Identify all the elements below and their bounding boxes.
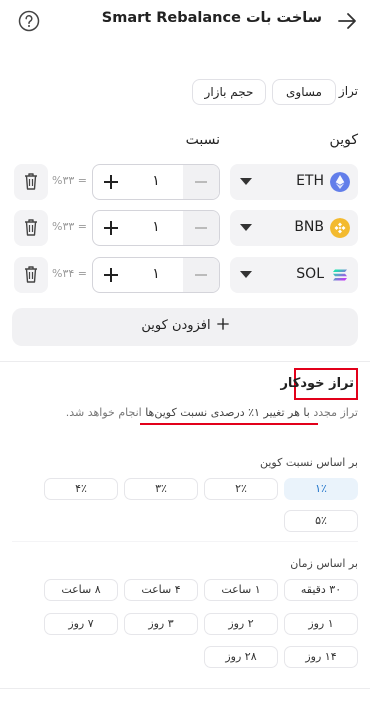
time-option-8h[interactable]: ۸ ساعت [44,579,118,601]
ratio-stepper-sol: ۱ [92,257,220,293]
delete-coin-button[interactable] [14,257,48,293]
ratio-value[interactable]: ۱ [129,266,183,282]
desc-prefix: تراز مجدد [313,406,358,419]
balance-type-label: تراز [338,84,358,98]
caret-down-icon [240,271,252,278]
minus-button[interactable] [183,258,219,292]
by-ratio-label: بر اساس نسبت کوین [259,456,358,469]
caret-down-icon [240,224,252,231]
time-option-3d[interactable]: ۳ روز [124,613,198,635]
section-divider [0,361,370,362]
delete-coin-button[interactable] [14,210,48,246]
time-option-1d[interactable]: ۱ روز [284,613,358,635]
add-coin-label: افزودن کوین [141,318,211,333]
ratio-option-2[interactable]: ۲٪ [204,478,278,500]
coin-percent: %۳۴ = [52,267,87,280]
ratio-option-1[interactable]: ۱٪ [284,478,358,500]
coin-percent: %۳۳ = [52,220,87,233]
balance-option-equal[interactable]: مساوی [272,79,336,105]
delete-coin-button[interactable] [14,164,48,200]
trash-icon [25,173,37,190]
ethereum-icon [330,172,350,192]
question-circle-icon[interactable] [18,10,40,32]
coin-selector-eth[interactable]: ETH [230,164,358,200]
time-option-28d[interactable]: ۲۸ روز [204,646,278,668]
coin-symbol: BNB [294,219,324,235]
coin-row-eth: ETH ۱ %۳۳ = [0,164,370,204]
by-time-label: بر اساس زمان [290,557,358,570]
arrow-right-icon[interactable] [336,10,358,32]
desc-suffix: انجام خواهد شد. [65,406,142,419]
auto-balance-description: تراز مجدد با هر تغییر ۱٪ درصدی نسبت کوین… [66,406,358,419]
auto-balance-title: تراز خودکار [280,376,354,391]
plus-button[interactable] [93,258,129,292]
trash-icon [25,219,37,236]
bottom-divider [0,688,370,689]
highlight-underline [140,423,318,425]
bnb-icon [330,218,350,238]
plus-icon [216,318,229,330]
time-option-2d[interactable]: ۲ روز [204,613,278,635]
coin-symbol: SOL [296,266,324,282]
ratio-value[interactable]: ۱ [129,219,183,235]
add-coin-button[interactable]: افزودن کوین [12,308,358,346]
caret-down-icon [240,178,252,185]
desc-highlight: با هر تغییر ۱٪ درصدی نسبت کوین‌ها [145,406,310,419]
trash-icon [25,266,37,283]
time-option-30m[interactable]: ۳۰ دقیقه [284,579,358,601]
time-option-1h[interactable]: ۱ ساعت [204,579,278,601]
ratio-option-3[interactable]: ۳٪ [124,478,198,500]
plus-button[interactable] [93,211,129,245]
minus-button[interactable] [183,211,219,245]
time-option-4h[interactable]: ۴ ساعت [124,579,198,601]
coin-column-header: کوین [329,132,358,148]
ratio-option-4[interactable]: ۴٪ [44,478,118,500]
coin-row-sol: SOL ۱ %۳۴ = [0,257,370,297]
plus-button[interactable] [93,165,129,199]
coin-selector-bnb[interactable]: BNB [230,210,358,246]
solana-icon [333,269,347,281]
ratio-column-header: نسبت [185,132,220,148]
ratio-option-5[interactable]: ۵٪ [284,510,358,532]
minus-button[interactable] [183,165,219,199]
coin-selector-sol[interactable]: SOL [230,257,358,293]
page-title: ساخت بات Smart Rebalance [101,10,322,26]
time-option-14d[interactable]: ۱۴ روز [284,646,358,668]
ratio-value[interactable]: ۱ [129,173,183,189]
ratio-stepper-eth: ۱ [92,164,220,200]
ratio-stepper-bnb: ۱ [92,210,220,246]
balance-option-market-cap[interactable]: حجم بازار [192,79,266,105]
coin-row-bnb: BNB ۱ %۳۳ = [0,210,370,250]
coin-percent: %۳۳ = [52,174,87,187]
coin-symbol: ETH [296,173,324,189]
time-option-7d[interactable]: ۷ روز [44,613,118,635]
subsection-divider [12,541,358,542]
